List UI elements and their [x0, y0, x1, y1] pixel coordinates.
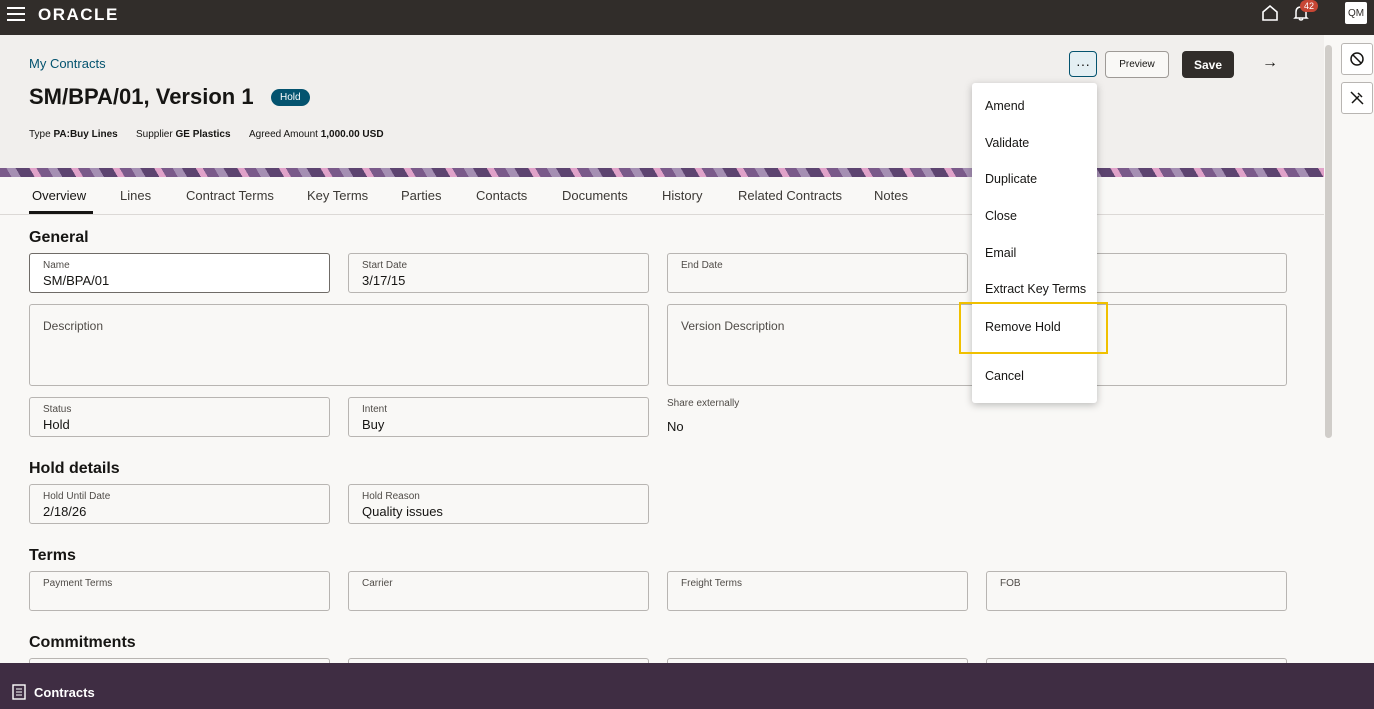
carrier-field[interactable]: Carrier [348, 571, 649, 611]
home-icon[interactable] [1261, 4, 1279, 22]
block-icon[interactable] [1341, 43, 1373, 75]
payment-terms-label: Payment Terms [43, 578, 113, 589]
more-actions-button[interactable]: ··· [1069, 51, 1097, 77]
intent-value: Buy [362, 417, 385, 432]
save-button[interactable]: Save [1182, 51, 1234, 78]
name-field[interactable]: Name SM/BPA/01 [29, 253, 330, 293]
menu-item-close[interactable]: Close [985, 209, 1017, 223]
tab-parties[interactable]: Parties [401, 188, 441, 203]
preview-button[interactable]: Preview [1105, 51, 1169, 78]
status-value: Hold [43, 417, 70, 432]
top-bar: ORACLE 42 QM [0, 0, 1374, 35]
name-value: SM/BPA/01 [43, 273, 110, 288]
tab-notes[interactable]: Notes [874, 188, 908, 203]
name-label: Name [43, 260, 70, 271]
type-value: PA:Buy Lines [53, 129, 118, 140]
general-section-title: General [29, 229, 89, 246]
bottom-bar: Contracts [0, 663, 1374, 709]
tab-key-terms[interactable]: Key Terms [307, 188, 368, 203]
status-label: Status [43, 404, 72, 415]
hold-section-title: Hold details [29, 460, 120, 477]
menu-item-extract-key-terms[interactable]: Extract Key Terms [985, 282, 1086, 296]
tab-history[interactable]: History [662, 188, 702, 203]
tab-overview[interactable]: Overview [32, 188, 86, 203]
hold-reason-field[interactable]: Hold Reason Quality issues [348, 484, 649, 524]
hamburger-menu-icon[interactable] [7, 7, 25, 21]
contracts-icon [12, 684, 26, 700]
intent-label: Intent [362, 404, 388, 415]
menu-item-validate[interactable]: Validate [985, 136, 1029, 150]
tab-contract-terms[interactable]: Contract Terms [186, 188, 274, 203]
vertical-scrollbar[interactable] [1325, 45, 1332, 438]
user-avatar[interactable]: QM [1345, 2, 1367, 24]
hold-until-label: Hold Until Date [43, 491, 111, 502]
tab-documents[interactable]: Documents [562, 188, 628, 203]
active-tab-indicator [29, 211, 93, 214]
hold-until-date-field[interactable]: Hold Until Date 2/18/26 [29, 484, 330, 524]
status-badge: Hold [271, 89, 310, 106]
amount-meta: Agreed Amount 1,000.00 USD [249, 129, 384, 140]
amount-value: 1,000.00 USD [320, 129, 384, 140]
version-description-label: Version Description [681, 319, 785, 333]
tab-bar: Overview Lines Contract Terms Key Terms … [0, 177, 1324, 215]
carrier-label: Carrier [362, 578, 393, 589]
start-date-value: 3/17/15 [362, 273, 406, 288]
menu-item-duplicate[interactable]: Duplicate [985, 172, 1037, 186]
menu-item-amend[interactable]: Amend [985, 99, 1025, 113]
intent-field[interactable]: Intent Buy [348, 397, 649, 437]
contract-header: My Contracts SM/BPA/01, Version 1 Hold T… [0, 35, 1324, 168]
supplier-meta: Supplier GE Plastics [136, 129, 231, 140]
tab-contacts[interactable]: Contacts [476, 188, 527, 203]
amount-label: Agreed Amount [249, 129, 318, 140]
hold-reason-label: Hold Reason [362, 491, 420, 502]
share-externally-label: Share externally [667, 398, 740, 409]
status-field[interactable]: Status Hold [29, 397, 330, 437]
contracts-label[interactable]: Contracts [34, 685, 95, 700]
supplier-value: GE Plastics [175, 129, 231, 140]
supplier-label: Supplier [136, 129, 173, 140]
tab-lines[interactable]: Lines [120, 188, 151, 203]
right-rail [1336, 35, 1374, 663]
freight-terms-field[interactable]: Freight Terms [667, 571, 968, 611]
type-meta: Type PA:Buy Lines [29, 129, 118, 140]
decorative-banner [0, 168, 1324, 177]
terms-section-title: Terms [29, 547, 76, 564]
hold-until-value: 2/18/26 [43, 504, 87, 519]
end-date-label: End Date [681, 260, 723, 271]
share-externally-value: No [667, 419, 684, 434]
page-title: SM/BPA/01, Version 1 [29, 84, 254, 109]
tools-icon[interactable] [1341, 82, 1373, 114]
notification-badge: 42 [1300, 0, 1319, 12]
tab-related-contracts[interactable]: Related Contracts [738, 188, 842, 203]
oracle-logo: ORACLE [38, 5, 119, 24]
fob-label: FOB [1000, 578, 1021, 589]
actions-menu: Amend Validate Duplicate Close Email Ext… [972, 83, 1097, 403]
start-date-field[interactable]: Start Date 3/17/15 [348, 253, 649, 293]
description-label: Description [43, 319, 104, 333]
hold-reason-value: Quality issues [362, 504, 443, 519]
forward-arrow-icon[interactable]: → [1262, 54, 1278, 72]
menu-item-email[interactable]: Email [985, 246, 1016, 260]
fob-field[interactable]: FOB [986, 571, 1287, 611]
breadcrumb-my-contracts[interactable]: My Contracts [29, 56, 106, 71]
type-label: Type [29, 129, 51, 140]
menu-item-cancel[interactable]: Cancel [985, 369, 1024, 383]
payment-terms-field[interactable]: Payment Terms [29, 571, 330, 611]
description-field[interactable]: Description [29, 304, 649, 386]
end-date-field[interactable]: End Date [667, 253, 968, 293]
remove-hold-highlight [959, 302, 1108, 354]
commitments-section-title: Commitments [29, 634, 136, 651]
freight-terms-label: Freight Terms [681, 578, 742, 589]
start-date-label: Start Date [362, 260, 408, 271]
